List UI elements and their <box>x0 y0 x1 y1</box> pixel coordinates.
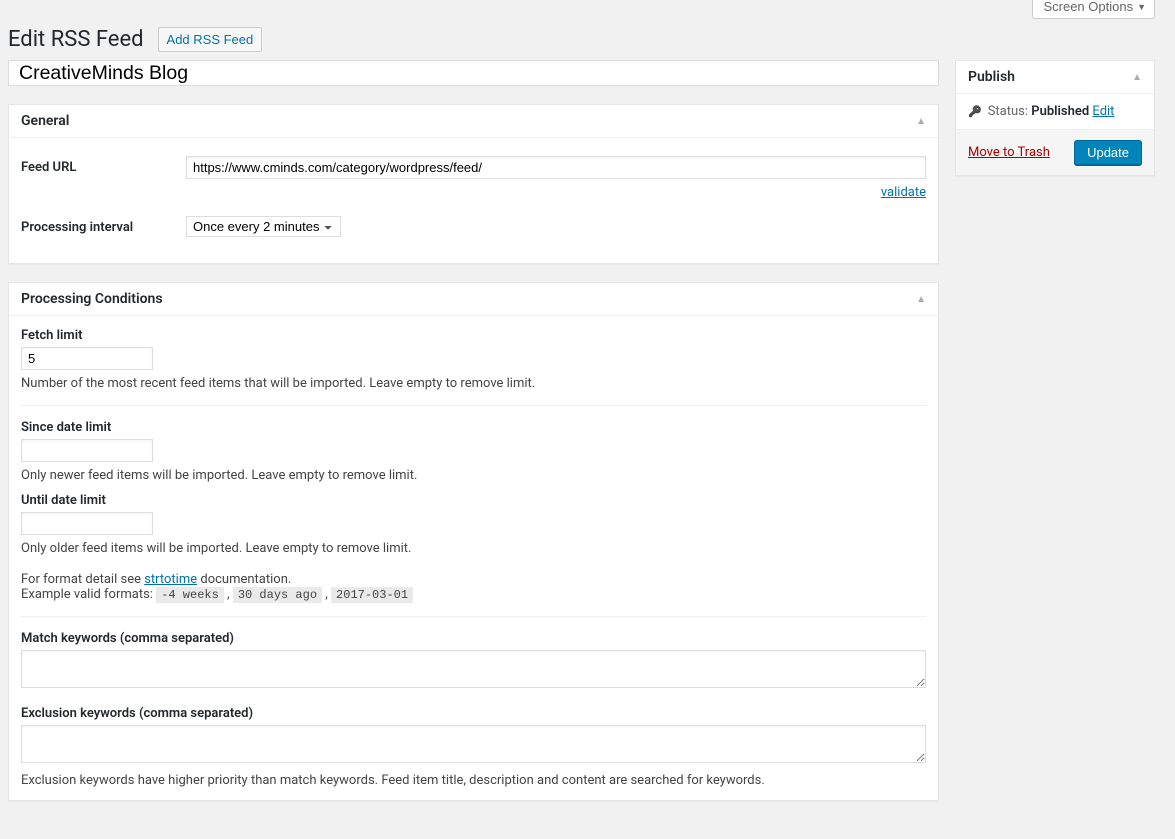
exclusion-keywords-description: Exclusion keywords have higher priority … <box>21 773 926 788</box>
general-box: General ▲ Feed URL validate Processing i… <box>8 104 939 264</box>
fetch-limit-description: Number of the most recent feed items tha… <box>21 376 926 391</box>
processing-conditions-heading: Processing Conditions <box>21 289 163 309</box>
example-code: -4 weeks <box>156 587 224 603</box>
validate-link[interactable]: validate <box>881 185 926 200</box>
collapse-toggle-icon[interactable]: ▲ <box>1132 72 1142 83</box>
add-rss-feed-button[interactable]: Add RSS Feed <box>158 27 263 52</box>
format-hint: For format detail see strtotime document… <box>21 572 926 602</box>
fetch-limit-label: Fetch limit <box>21 328 926 343</box>
screen-options-label: Screen Options <box>1043 0 1133 14</box>
update-button[interactable]: Update <box>1074 140 1142 165</box>
example-code: 2017-03-01 <box>331 587 413 603</box>
collapse-toggle-icon[interactable]: ▲ <box>916 294 926 305</box>
match-keywords-textarea[interactable] <box>21 650 926 688</box>
chevron-down-icon: ▼ <box>1137 2 1146 12</box>
match-keywords-label: Match keywords (comma separated) <box>21 631 926 646</box>
general-heading: General <box>21 111 69 131</box>
divider <box>21 616 926 617</box>
feed-url-input[interactable] <box>186 156 926 179</box>
processing-conditions-box: Processing Conditions ▲ Fetch limit Numb… <box>8 282 939 801</box>
until-date-input[interactable] <box>21 512 153 535</box>
example-code: 30 days ago <box>233 587 322 603</box>
until-date-label: Until date limit <box>21 493 926 508</box>
screen-options-button[interactable]: Screen Options ▼ <box>1032 0 1155 19</box>
key-icon <box>968 104 982 119</box>
status-label: Status: <box>988 104 1028 119</box>
collapse-toggle-icon[interactable]: ▲ <box>916 116 926 127</box>
exclusion-keywords-textarea[interactable] <box>21 725 926 763</box>
publish-box: Publish ▲ Status: Published Edit Move to… <box>955 60 1155 176</box>
divider <box>21 405 926 406</box>
processing-interval-label: Processing interval <box>21 216 186 235</box>
feed-title-input[interactable] <box>8 60 939 86</box>
since-date-label: Since date limit <box>21 420 926 435</box>
move-to-trash-link[interactable]: Move to Trash <box>968 145 1050 160</box>
page-title: Edit RSS Feed <box>8 27 144 52</box>
feed-url-label: Feed URL <box>21 156 186 175</box>
fetch-limit-input[interactable] <box>21 347 153 370</box>
since-date-description: Only newer feed items will be imported. … <box>21 468 926 483</box>
status-value: Published <box>1031 104 1089 119</box>
publish-heading: Publish <box>968 67 1015 87</box>
processing-interval-select[interactable]: Once every 2 minutes <box>186 216 341 237</box>
until-date-description: Only older feed items will be imported. … <box>21 541 926 556</box>
strtotime-link[interactable]: strtotime <box>144 572 197 587</box>
status-edit-link[interactable]: Edit <box>1092 104 1114 119</box>
since-date-input[interactable] <box>21 439 153 462</box>
exclusion-keywords-label: Exclusion keywords (comma separated) <box>21 706 926 721</box>
